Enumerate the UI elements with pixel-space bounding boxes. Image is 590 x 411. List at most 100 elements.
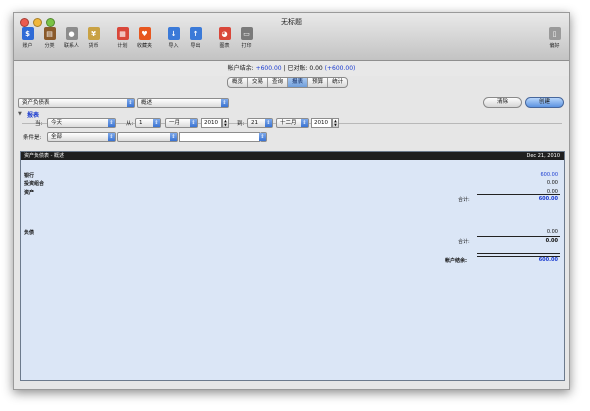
from-month-select[interactable]: 一月 ⇕	[165, 118, 198, 128]
tab-4[interactable]: 预算	[308, 78, 329, 87]
tab-1[interactable]: 交易	[248, 78, 269, 87]
cleared-label: | 已对账:	[283, 65, 308, 72]
when-select[interactable]: 今天 ⇕	[47, 118, 116, 128]
net-balance-value: 600.00	[538, 257, 558, 263]
chevron-down-icon: ⇕	[301, 119, 308, 127]
prefs-label: 偏好	[549, 43, 560, 49]
toolbar-category-button[interactable]: ▤ 分类	[40, 27, 59, 49]
when-label: 当:	[35, 121, 43, 127]
pie-chart-icon: ◕	[218, 27, 231, 40]
toolbar-heart-button[interactable]: ♥ 收藏夹	[135, 27, 154, 49]
toolbar-import-button[interactable]: ↓ 导入	[164, 27, 183, 49]
subtotal-rule	[477, 236, 560, 237]
toolbar-pie-chart-button[interactable]: ◕ 图表	[215, 27, 234, 49]
condition-select[interactable]: 全部 ⇕	[47, 132, 116, 142]
report-header: 资产负债表 - 概述 Dec 21, 2010	[21, 152, 564, 160]
toolbar-label: 货币	[88, 43, 99, 49]
chevron-down-icon: ⇕	[221, 99, 228, 107]
from-label: 从:	[126, 121, 134, 127]
toolbar: $ 账户 ▤ 分类 ● 联系人 ¥ 货币 ▦ 计划 ♥ 收藏夹 ↓ 导入 ↑ 导出 ◕ 图表 ▭ 打印	[18, 27, 259, 49]
chevron-down-icon: ⇕	[108, 119, 115, 127]
report-mode-select[interactable]: 概述 ⇕	[137, 98, 229, 108]
cleared-paren: (+600.00)	[324, 65, 356, 72]
printer-icon: ▭	[240, 27, 253, 40]
chevron-down-icon: ⇕	[153, 119, 160, 127]
to-label: 到:	[237, 121, 245, 127]
toolbar-label: 图表	[219, 43, 230, 49]
toolbar-label: 导出	[190, 43, 201, 49]
from-month-value: 一月	[169, 120, 181, 126]
report-type-select[interactable]: 资产负债表 ⇕	[18, 98, 135, 108]
to-day-select[interactable]: 21 ⇕	[247, 118, 273, 128]
balance-value: +600.00	[255, 65, 282, 72]
report-row-label: 银行	[24, 173, 35, 179]
condition-value: 全部	[51, 134, 63, 140]
condition-extra-select[interactable]: ⇕	[259, 132, 267, 142]
chevron-down-icon: ⇕	[170, 133, 177, 141]
toolbar-label: 分类	[44, 43, 55, 49]
to-year-field[interactable]: 2010	[311, 118, 332, 128]
tab-bar: 概览 交易 查询 报表 预算 统计	[14, 76, 569, 88]
tab-0[interactable]: 概览	[228, 78, 249, 87]
window-title: 无标题	[281, 18, 302, 26]
toolbar-label: 账户	[22, 43, 33, 49]
to-month-value: 十二月	[280, 120, 297, 126]
chevron-down-icon: ⇕	[127, 99, 134, 107]
toolbar-label: 联系人	[63, 43, 79, 49]
toolbar-label: 计划	[117, 43, 128, 49]
prefs-icon: ▯	[548, 27, 561, 40]
condition-label: 条件是:	[23, 135, 42, 141]
tab-5[interactable]: 统计	[328, 78, 347, 87]
report-controls: 资产负债表 ⇕ 概述 ⇕ 清除 创建	[14, 91, 569, 108]
toolbar-calendar-button[interactable]: ▦ 计划	[113, 27, 132, 49]
report-view[interactable]: 资产负债表 - 概述 Dec 21, 2010 银行 600.00 投资组合 0.00…	[20, 151, 565, 381]
calendar-icon: ▦	[116, 27, 129, 40]
assets-total-value: 600.00	[538, 196, 558, 202]
report-row-label: 投资组合	[24, 181, 45, 187]
net-balance-label: 帐户结余:	[445, 258, 467, 264]
disclosure-triangle-icon[interactable]: ▼	[18, 111, 22, 117]
status-bar: 帐户结余: +600.00 | 已对账: 0.00 (+600.00)	[14, 61, 569, 76]
to-month-select[interactable]: 十二月 ⇕	[276, 118, 309, 128]
export-icon: ↑	[189, 27, 202, 40]
category-icon: ▤	[43, 27, 56, 40]
tab-3[interactable]: 报表	[288, 78, 309, 87]
clear-button[interactable]: 清除	[483, 97, 522, 108]
currency-icon: ¥	[87, 27, 100, 40]
liabilities-total-value: 0.00	[545, 238, 558, 244]
contact-icon: ●	[65, 27, 78, 40]
report-title: 资产负债表 - 概述	[24, 153, 64, 159]
from-year-field[interactable]: 2010	[201, 118, 222, 128]
from-year-stepper[interactable]: ▲ ▼	[222, 118, 229, 128]
section-label: 报表	[27, 112, 40, 119]
toolbar-label: 收藏夹	[136, 43, 152, 49]
import-icon: ↓	[167, 27, 180, 40]
when-value: 今天	[51, 120, 63, 126]
tab-group: 概览 交易 查询 报表 预算 统计	[227, 77, 349, 88]
prefs-button[interactable]: ▯ 偏好	[545, 27, 564, 49]
account-icon: $	[21, 27, 34, 40]
from-day-select[interactable]: 1 ⇕	[135, 118, 161, 128]
condition-text-field[interactable]	[179, 132, 260, 142]
report-mode-value: 概述	[141, 100, 153, 106]
liabilities-label: 负债	[24, 230, 35, 236]
toolbar-printer-button[interactable]: ▭ 打印	[237, 27, 256, 49]
toolbar-label: 打印	[241, 43, 252, 49]
app-window: 无标题 $ 账户 ▤ 分类 ● 联系人 ¥ 货币 ▦ 计划 ♥ 收藏夹 ↓ 导入 ↑ 导出 ◕ 图表 ▭ 打印 ▯ 偏…	[13, 12, 570, 390]
create-button[interactable]: 创建	[525, 97, 564, 108]
toolbar-label: 导入	[168, 43, 179, 49]
report-date: Dec 21, 2010	[526, 153, 560, 159]
report-row-label: 资产	[24, 190, 35, 196]
tab-2[interactable]: 查询	[268, 78, 289, 87]
chevron-down-icon: ⇕	[259, 133, 266, 141]
from-day-value: 1	[139, 120, 143, 126]
balance-label: 帐户结余:	[227, 65, 254, 72]
condition-op-select[interactable]: ⇕	[117, 132, 178, 142]
toolbar-currency-button[interactable]: ¥ 货币	[84, 27, 103, 49]
to-year-stepper[interactable]: ▲ ▼	[332, 118, 339, 128]
toolbar-contact-button[interactable]: ● 联系人	[62, 27, 81, 49]
liabilities-total-label: 合计:	[458, 239, 470, 245]
chevron-down-icon: ⇕	[190, 119, 197, 127]
toolbar-account-button[interactable]: $ 账户	[18, 27, 37, 49]
toolbar-export-button[interactable]: ↑ 导出	[186, 27, 205, 49]
